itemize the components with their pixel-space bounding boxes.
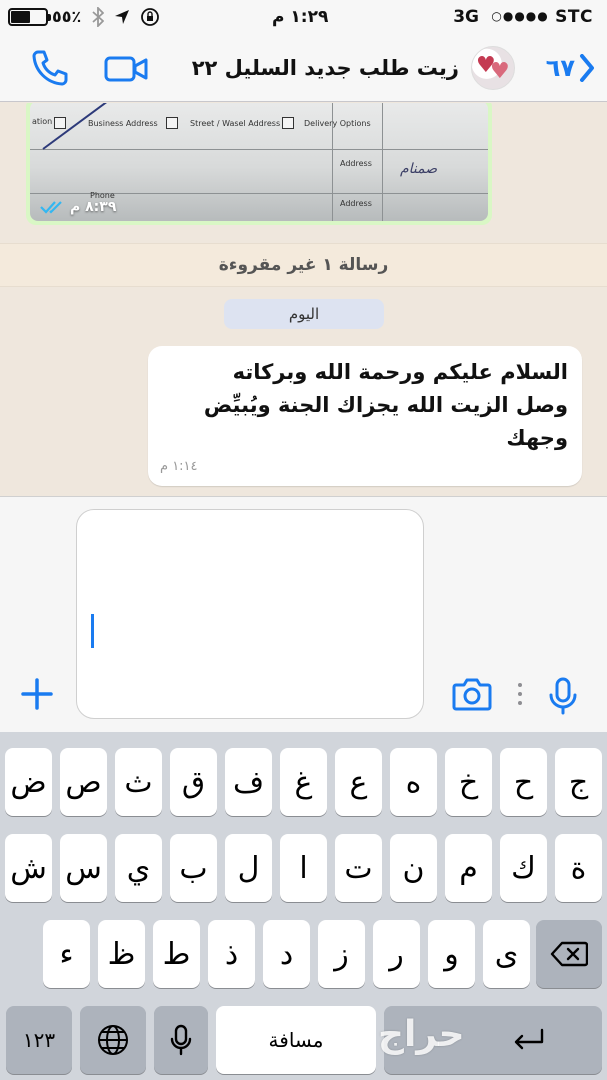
battery: ٥٥٪ (8, 7, 81, 26)
key-row1-6[interactable]: ف (225, 748, 272, 816)
key-row3-3[interactable]: ز (318, 920, 365, 988)
image-message-bubble[interactable]: ation Business Address Street / Wasel Ad… (26, 103, 492, 225)
key-row2-9[interactable]: س (60, 834, 107, 902)
key-row3-6[interactable]: ط (153, 920, 200, 988)
document-text: Address (340, 199, 372, 208)
key-row3-7[interactable]: ظ (98, 920, 145, 988)
status-icons (92, 7, 160, 27)
key-row1-0[interactable]: ج (555, 748, 602, 816)
chat-header: ٦٧ ♥ ♥ زيت طلب جديد السليل ٢٢ (0, 36, 607, 102)
message-text: السلام عليكم ورحمة الله وبركاته وصل الزي… (203, 360, 568, 450)
camera-icon (452, 678, 492, 711)
document-signature: صمنام (400, 161, 438, 177)
arabic-keyboard: جحخهعغفقثصض ةكمنتالبيسش ىورزدذطظء ١٢٣ مس… (0, 732, 607, 1080)
key-row1-3[interactable]: ه (390, 748, 437, 816)
whatsapp-chat-screen: ○●●●● STC 3G ١:٢٩ م ٥٥٪ ٦٧ ♥ ♥ زيت طلب ج… (0, 0, 607, 1080)
contact-avatar[interactable]: ♥ ♥ (471, 46, 515, 90)
image-message-meta: ٨:٣٩ م (40, 199, 116, 215)
key-row1-10[interactable]: ض (5, 748, 52, 816)
signal-dots: ○●●●● (491, 9, 549, 23)
back-count: ٦٧ (545, 54, 575, 82)
key-row2-3[interactable]: ن (390, 834, 437, 902)
video-call-icon (104, 56, 148, 82)
key-row3-2[interactable]: ر (373, 920, 420, 988)
bluetooth-icon (92, 7, 104, 27)
status-time: ١:٢٩ م (272, 7, 329, 27)
message-input[interactable] (76, 509, 424, 719)
key-row2-2[interactable]: م (445, 834, 492, 902)
plus-icon (21, 678, 53, 710)
document-text: Street / Wasel Address (190, 119, 281, 128)
space-key[interactable]: مسافة (216, 1006, 376, 1074)
key-row2-7[interactable]: ب (170, 834, 217, 902)
key-row3-1[interactable]: و (428, 920, 475, 988)
globe-icon (98, 1025, 128, 1055)
microphone-icon (549, 677, 577, 715)
key-row1-8[interactable]: ث (115, 748, 162, 816)
battery-icon (8, 7, 51, 26)
message-list[interactable]: ation Business Address Street / Wasel Ad… (0, 103, 607, 496)
dictation-key[interactable] (154, 1006, 208, 1074)
carrier: ○●●●● STC (491, 7, 593, 27)
unread-messages-banner: رسالة ١ غير مقروءة (0, 243, 607, 287)
document-text: Delivery Options (304, 119, 371, 128)
more-dots-icon[interactable] (518, 683, 524, 710)
phone-call-icon (32, 50, 68, 86)
return-icon (514, 1028, 544, 1050)
key-row1-4[interactable]: ع (335, 748, 382, 816)
backspace-key[interactable] (536, 920, 602, 988)
network-type: 3G (453, 7, 479, 27)
key-row2-10[interactable]: ش (5, 834, 52, 902)
video-call-button[interactable] (104, 56, 148, 86)
attach-button[interactable] (20, 677, 54, 715)
key-row1-9[interactable]: ص (60, 748, 107, 816)
double-check-icon (40, 201, 62, 214)
carrier-name: STC (555, 7, 593, 27)
key-row2-0[interactable]: ة (555, 834, 602, 902)
document-text: Address (340, 159, 372, 168)
key-row1-2[interactable]: خ (445, 748, 492, 816)
composer (0, 496, 607, 732)
dictation-mic-icon (170, 1024, 192, 1056)
battery-fill (11, 10, 30, 23)
key-row2-8[interactable]: ي (115, 834, 162, 902)
key-row2-5[interactable]: ا (280, 834, 327, 902)
key-row1-5[interactable]: غ (280, 748, 327, 816)
key-row3-0[interactable]: ى (483, 920, 530, 988)
key-row3-8[interactable]: ء (43, 920, 90, 988)
numbers-key[interactable]: ١٢٣ (6, 1006, 72, 1074)
key-row3-5[interactable]: ذ (208, 920, 255, 988)
key-row2-6[interactable]: ل (225, 834, 272, 902)
location-icon (115, 10, 129, 24)
haraj-watermark: حراج (378, 1014, 465, 1055)
text-caret (91, 614, 94, 648)
voice-note-button[interactable] (548, 677, 578, 719)
back-chevron-icon (580, 54, 594, 82)
back-button[interactable]: ٦٧ (546, 54, 595, 82)
message-time: ١:١٤ م (160, 459, 198, 474)
key-row2-4[interactable]: ت (335, 834, 382, 902)
battery-percent: ٥٥٪ (52, 7, 82, 26)
image-message-time: ٨:٣٩ م (70, 199, 117, 215)
chat-title[interactable]: زيت طلب جديد السليل ٢٢ (192, 56, 459, 80)
incoming-message-bubble[interactable]: السلام عليكم ورحمة الله وبركاته وصل الزي… (148, 346, 582, 486)
voice-call-button[interactable] (30, 48, 70, 92)
globe-key[interactable] (80, 1006, 146, 1074)
key-row1-1[interactable]: ح (500, 748, 547, 816)
status-bar: ○●●●● STC 3G ١:٢٩ م ٥٥٪ (0, 0, 607, 36)
camera-button[interactable] (452, 677, 492, 715)
key-row3-4[interactable]: د (263, 920, 310, 988)
backspace-icon (550, 941, 588, 967)
key-row1-7[interactable]: ق (170, 748, 217, 816)
rotation-lock-icon (141, 8, 159, 26)
key-row2-1[interactable]: ك (500, 834, 547, 902)
date-separator: اليوم (224, 299, 384, 329)
